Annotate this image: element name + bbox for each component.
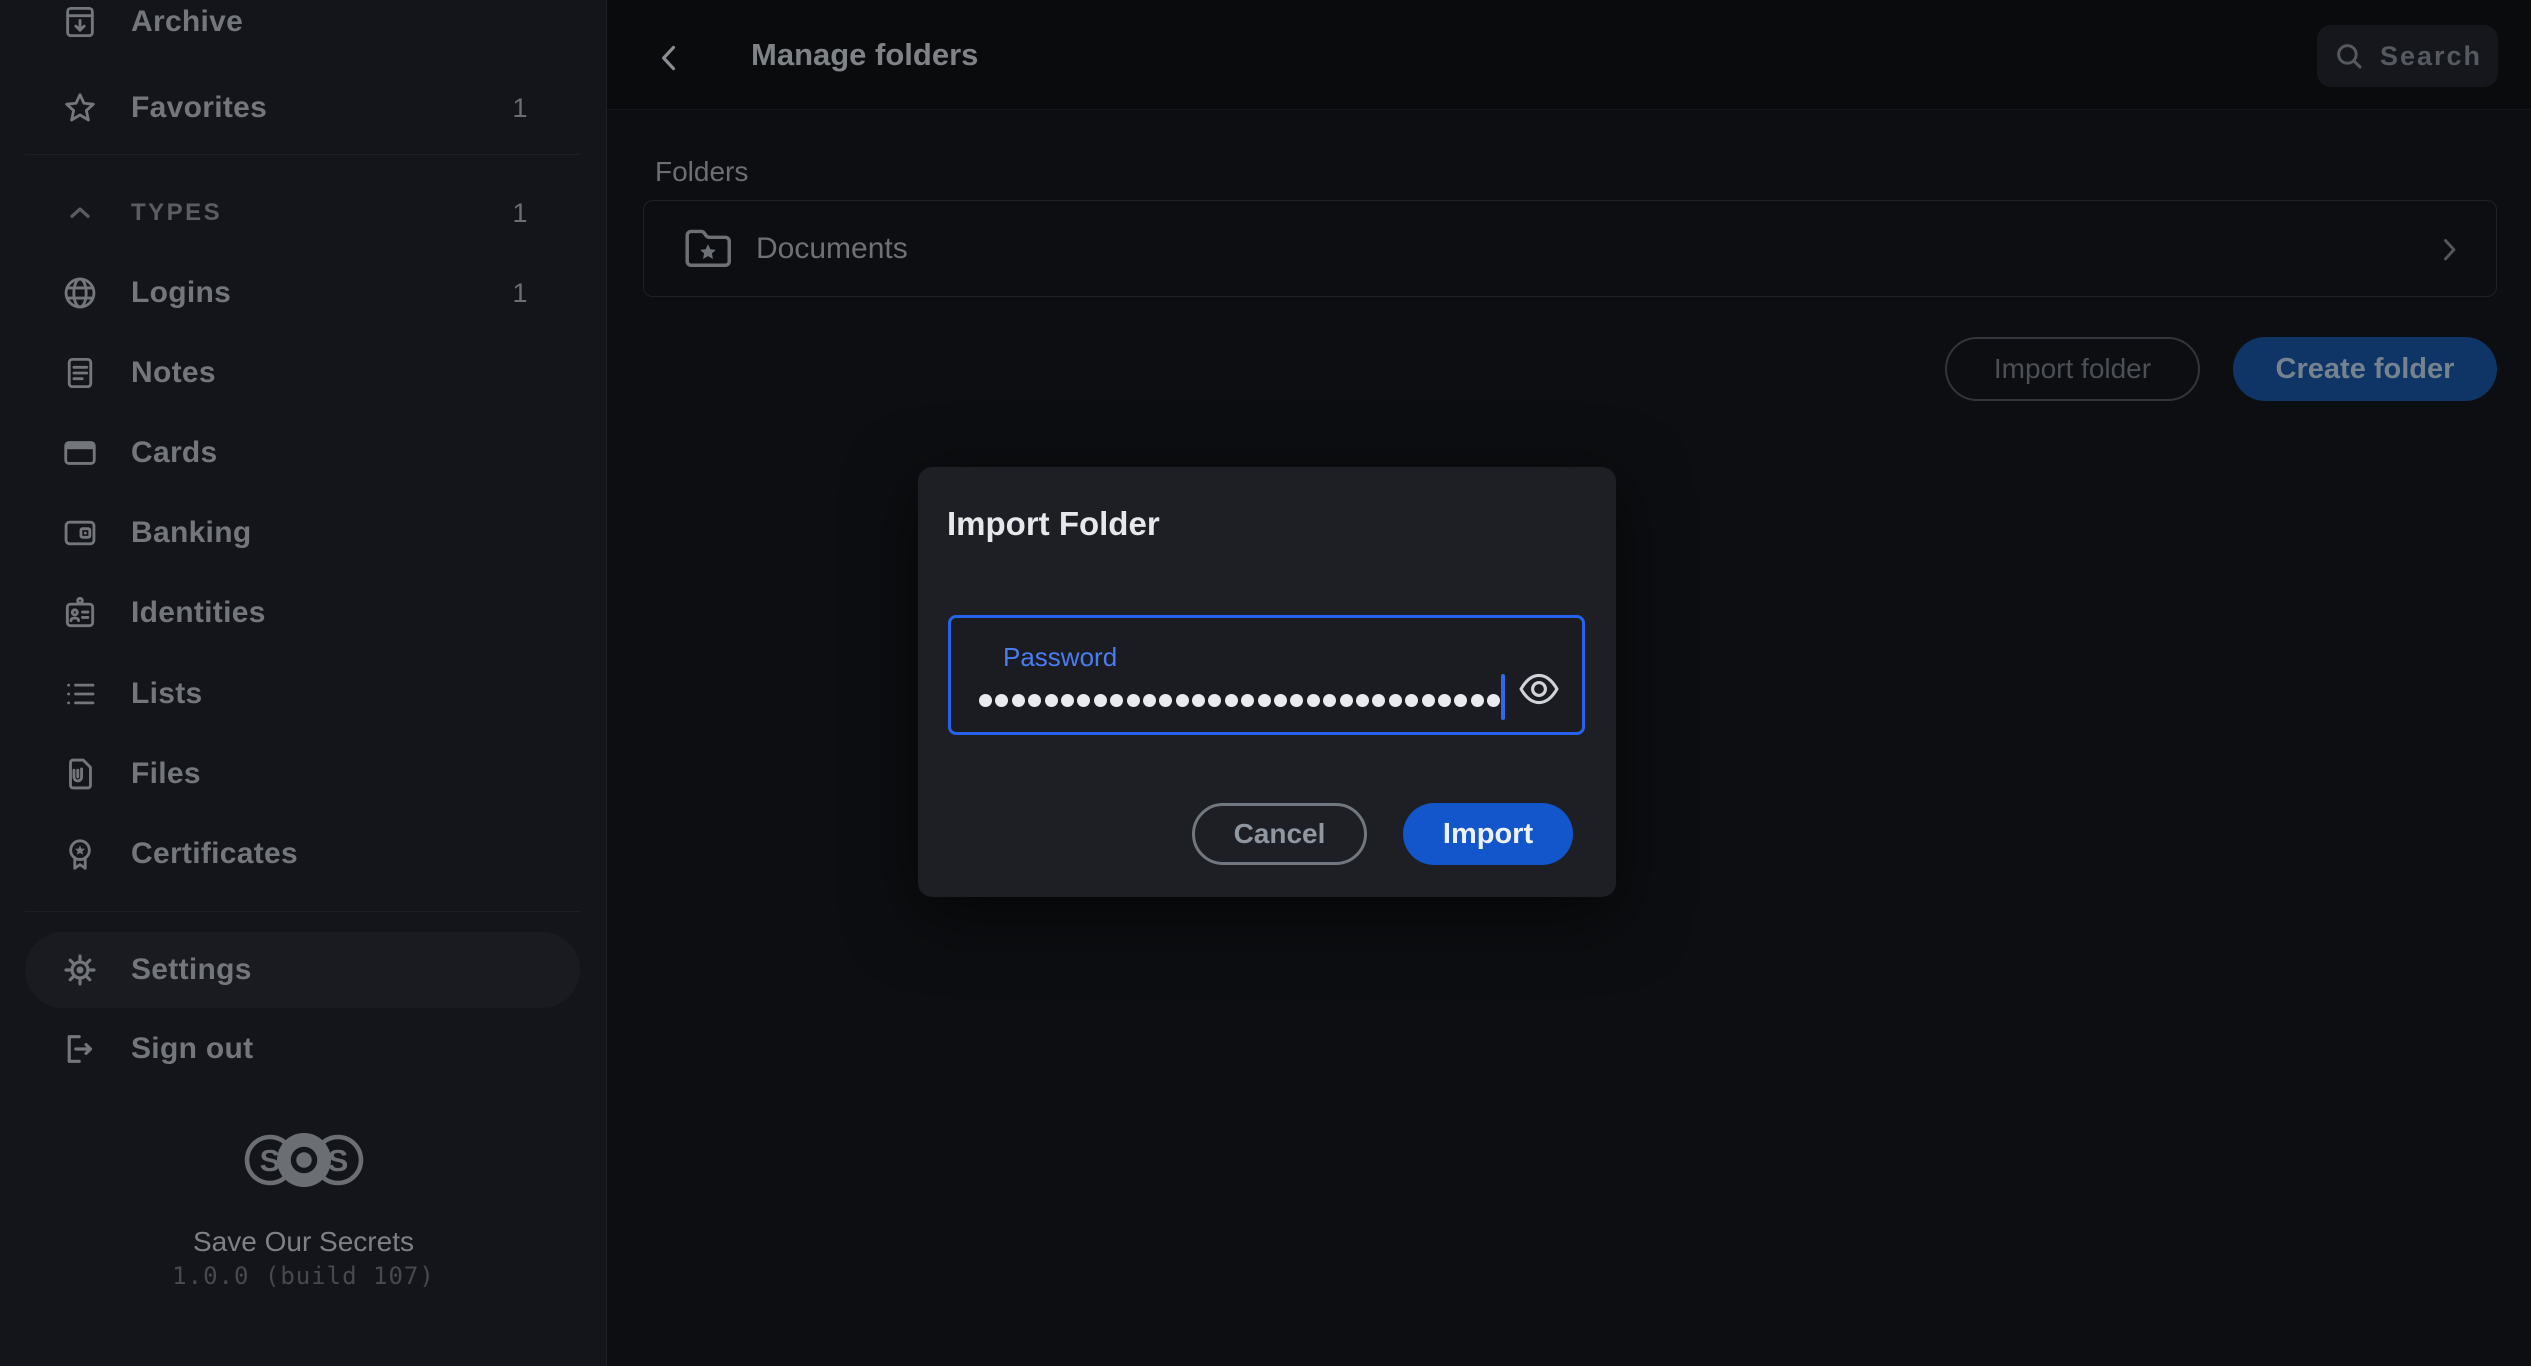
gear-icon [60, 950, 100, 990]
svg-text:S: S [259, 1143, 280, 1178]
folder-name: Documents [756, 231, 908, 265]
sidebar-item-label: Certificates [131, 837, 299, 870]
sidebar-item-label: Logins [131, 276, 232, 309]
item-count-badge: 1 [512, 92, 528, 123]
eye-icon [1519, 673, 1559, 705]
header: Manage folders Search [607, 0, 2531, 110]
sidebar-item-label: Banking [131, 516, 252, 549]
sidebar-item-certificates[interactable]: Certificates [25, 814, 580, 894]
star-icon [60, 88, 100, 128]
sidebar-item-files[interactable]: Files [25, 734, 580, 814]
sidebar-item-label: Notes [131, 356, 216, 389]
import-folder-button[interactable]: Import folder [1945, 337, 2200, 401]
section-label: TYPES [131, 199, 223, 226]
sidebar-item-notes[interactable]: Notes [25, 333, 580, 413]
sidebar-item-label: Lists [131, 677, 203, 710]
chevron-right-icon [2432, 232, 2466, 266]
note-icon [60, 353, 100, 393]
id-badge-icon [60, 593, 100, 633]
import-button[interactable]: Import [1403, 803, 1573, 865]
app-version: 1.0.0 (build 107) [172, 1262, 435, 1290]
dialog-title: Import Folder [947, 505, 1160, 542]
folder-star-icon [682, 223, 734, 275]
search-button-label: Search [2379, 40, 2483, 71]
chevron-up-icon [60, 193, 100, 233]
item-count-badge: 1 [512, 197, 528, 228]
folder-row-documents[interactable]: Documents [643, 200, 2497, 297]
search-icon [2337, 44, 2362, 69]
sidebar-item-label: Settings [131, 953, 252, 986]
back-button[interactable] [648, 36, 692, 80]
sidebar-item-logins[interactable]: Logins 1 [25, 253, 580, 333]
sign-out-icon [60, 1029, 100, 1069]
sidebar-item-cards[interactable]: Cards [25, 413, 580, 493]
archive-icon [60, 2, 100, 42]
credit-card-icon [60, 433, 100, 473]
sidebar-item-identities[interactable]: Identities [25, 573, 580, 653]
svg-text:S: S [327, 1143, 348, 1178]
sidebar-item-archive[interactable]: Archive [25, 0, 580, 62]
create-folder-button-label: Create folder [2275, 352, 2455, 385]
globe-icon [60, 273, 100, 313]
cancel-button-label: Cancel [1233, 818, 1326, 849]
search-button[interactable]: Search [2317, 25, 2498, 87]
sidebar-item-label: Files [131, 757, 201, 790]
import-folder-button-label: Import folder [1993, 353, 2152, 384]
password-field[interactable]: Password [948, 615, 1585, 735]
sidebar-item-settings[interactable]: Settings [25, 932, 580, 1008]
sidebar-item-label: Archive [131, 5, 244, 38]
import-folder-dialog: Import Folder Password Cancel Import [918, 467, 1616, 897]
create-folder-button[interactable]: Create folder [2233, 337, 2497, 401]
sidebar-divider [25, 911, 580, 912]
file-paperclip-icon [60, 754, 100, 794]
sos-logo-icon: S S [244, 1133, 363, 1187]
sidebar-item-banking[interactable]: Banking [25, 493, 580, 573]
show-password-button[interactable] [1512, 666, 1566, 712]
password-field-label: Password [1003, 642, 1118, 672]
sidebar-item-label: Cards [131, 436, 218, 469]
item-count-badge: 1 [512, 277, 528, 308]
sidebar-divider [25, 154, 580, 155]
sidebar-item-sign-out[interactable]: Sign out [25, 1009, 580, 1089]
sidebar-item-label: Identities [131, 596, 266, 629]
cancel-button[interactable]: Cancel [1192, 803, 1367, 865]
sidebar-item-favorites[interactable]: Favorites 1 [25, 68, 580, 148]
list-icon [60, 674, 100, 714]
chevron-left-icon [662, 45, 676, 71]
certificate-ribbon-icon [60, 834, 100, 874]
password-dots [979, 694, 1504, 707]
wallet-icon [60, 513, 100, 553]
sidebar-item-label: Sign out [131, 1032, 254, 1065]
app-logo: S S [0, 1128, 607, 1192]
folders-section-label: Folders [655, 156, 749, 187]
sidebar-item-lists[interactable]: Lists [25, 654, 580, 734]
sidebar-section-types[interactable]: TYPES 1 [25, 173, 580, 253]
import-button-label: Import [1442, 817, 1534, 850]
page-title: Manage folders [751, 37, 979, 72]
sidebar-item-label: Favorites [131, 91, 268, 124]
text-caret [1501, 674, 1505, 720]
app-name: Save Our Secrets [193, 1226, 414, 1257]
sidebar: Archive Favorites 1 TYPES 1 Logins 1 Not… [0, 0, 607, 1366]
